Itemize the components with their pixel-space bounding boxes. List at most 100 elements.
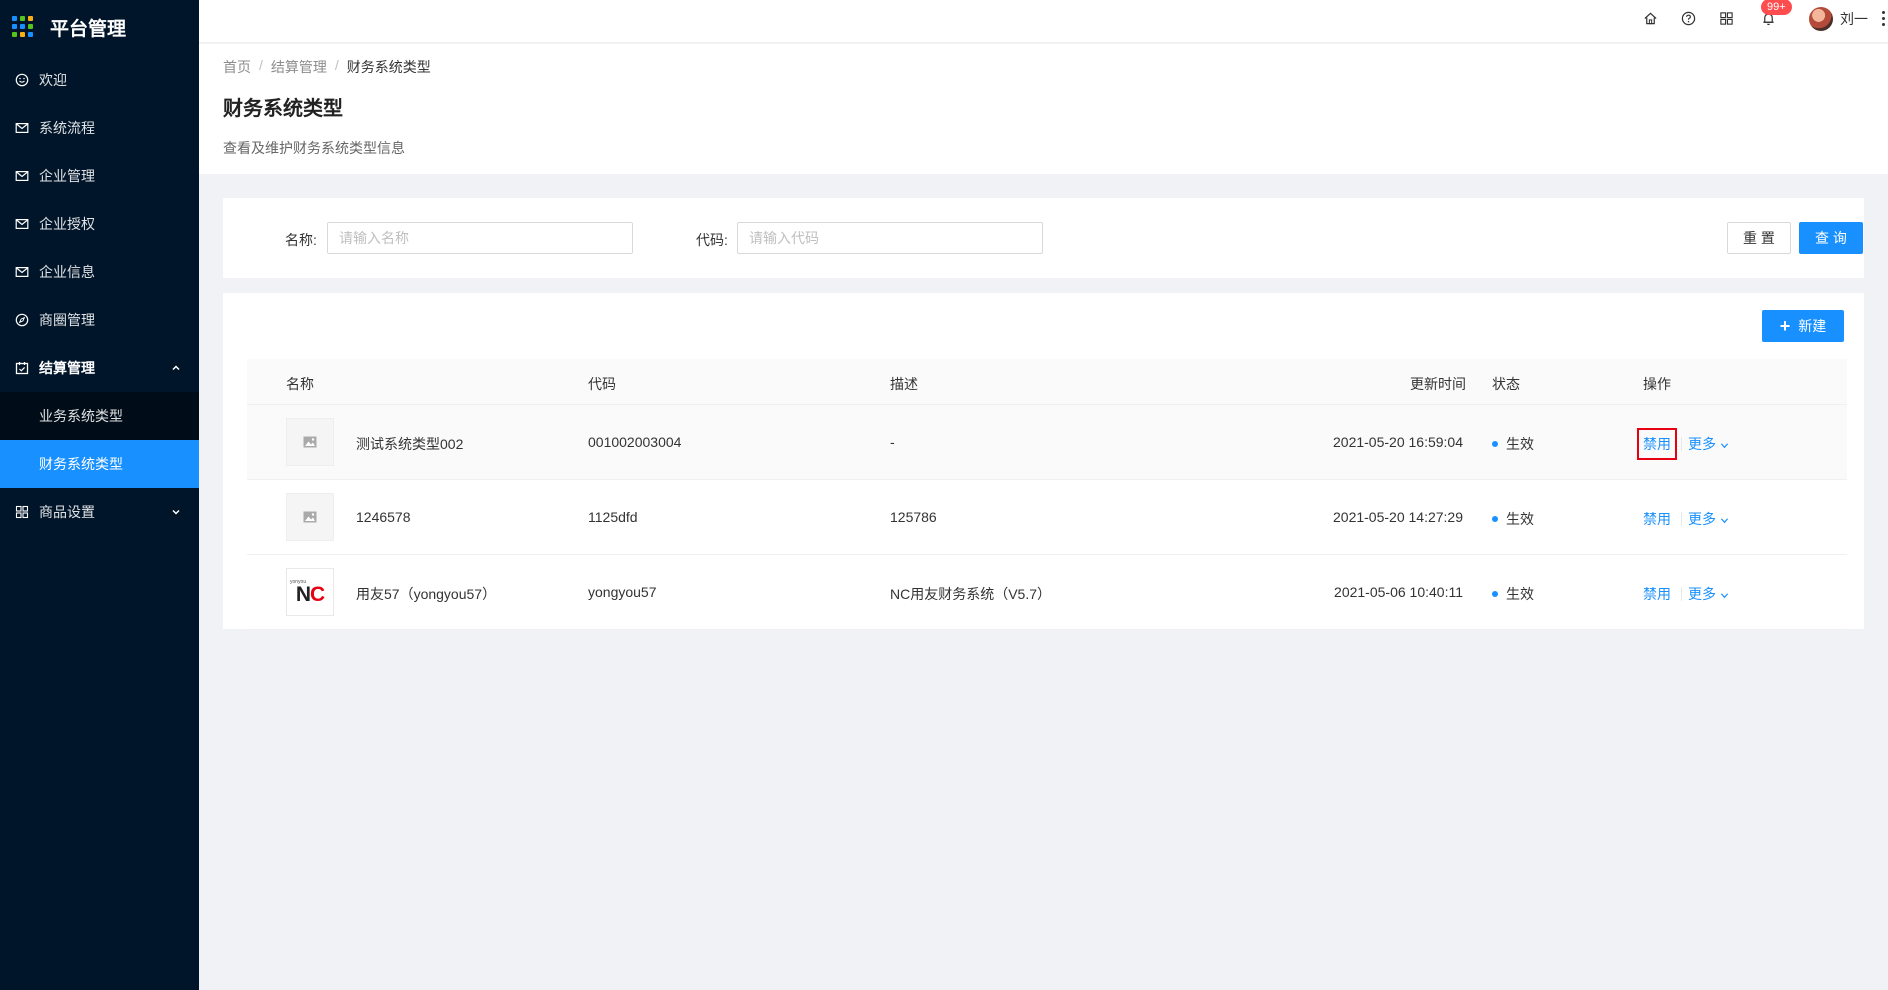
data-table: 名称 代码 描述 更新时间 状态 操作 测试系统类型002 0010020030… [247,359,1847,630]
breadcrumb-separator: / [259,57,263,73]
more-dropdown[interactable]: 更多 [1688,584,1729,604]
action-divider [1681,512,1682,526]
action-divider [1681,437,1682,451]
table-row: 1246578 1125dfd 125786 2021-05-20 14:27:… [247,480,1847,555]
status-dot-icon [1492,516,1498,523]
sidebar-item-label: 企业管理 [39,168,95,184]
column-header-name: 名称 [286,376,314,392]
reset-button[interactable]: 重 置 [1727,222,1791,254]
image-placeholder-icon [286,493,334,541]
sidebar-item-product-settings[interactable]: 商品设置 [0,488,199,536]
cell-status: 生效 [1492,434,1534,454]
chevron-down-icon [1720,593,1729,598]
username[interactable]: 刘一 [1840,9,1868,29]
app-logo[interactable]: 平台管理 [0,0,199,54]
mail-icon [15,217,29,231]
sidebar-item-label: 财务系统类型 [39,456,123,472]
search-form: 名称: 代码: 重 置 查 询 [223,198,1864,278]
sidebar-item-label: 欢迎 [39,72,67,88]
chevron-down-icon [172,509,180,515]
mail-icon [15,169,29,183]
chevron-up-icon [172,365,180,371]
bell-icon[interactable]: 99+ [1760,0,1792,27]
name-search-input[interactable] [327,222,633,254]
code-field-label: 代码: [696,232,728,248]
sidebar-item-welcome[interactable]: 欢迎 [0,56,199,104]
cell-description: NC用友财务系统（V5.7） [890,586,1052,602]
cell-code: 1125dfd [588,509,638,525]
sidebar-menu: 欢迎 系统流程 企业管理 企业授权 企业信息 商圈管理 结算管理 业务系统类型 … [0,56,199,536]
app-title: 平台管理 [50,18,127,40]
more-vertical-icon[interactable] [1882,11,1886,26]
cell-updated-time: 2021-05-06 10:40:11 [1334,584,1463,600]
sidebar-item-settlement[interactable]: 结算管理 [0,344,199,392]
chevron-down-icon [1720,443,1729,448]
page-description: 查看及维护财务系统类型信息 [223,140,405,156]
status-dot-icon [1492,591,1498,598]
sidebar-item-label: 企业信息 [39,264,95,280]
plus-icon: + [1779,316,1791,336]
more-dropdown[interactable]: 更多 [1688,434,1729,454]
smile-icon [15,73,29,87]
sidebar-item-enterprise-authorization[interactable]: 企业授权 [0,200,199,248]
appstore-icon[interactable] [1718,11,1734,27]
chevron-down-icon [1720,518,1729,523]
nc-logo-mark: NC [295,583,325,606]
column-header-status: 状态 [1492,376,1520,392]
status-text: 生效 [1506,511,1534,527]
question-icon[interactable] [1680,11,1696,27]
avatar[interactable] [1809,6,1833,31]
column-header-updated-time: 更新时间 [1410,376,1466,392]
disable-link[interactable]: 禁用 [1637,428,1677,460]
sidebar-item-business-district[interactable]: 商圈管理 [0,296,199,344]
status-text: 生效 [1506,436,1534,452]
sidebar-item-label: 结算管理 [39,360,95,376]
breadcrumb-separator: / [334,57,339,73]
table-row: yonyou NC 用友57（yongyou57） yongyou57 NC用友… [247,555,1847,630]
sidebar-item-label: 企业授权 [39,216,95,232]
image-placeholder-icon [286,418,334,466]
page-header: 首页 / 结算管理 / 财务系统类型 财务系统类型 查看及维护财务系统类型信息 [199,44,1888,174]
cell-updated-time: 2021-05-20 16:59:04 [1333,434,1463,450]
cell-description: 125786 [890,509,937,525]
cell-name: 测试系统类型002 [356,436,464,452]
nc-logo: yonyou NC [286,568,334,616]
breadcrumb-settlement[interactable]: 结算管理 [271,57,327,77]
status-text: 生效 [1506,586,1534,602]
home-icon[interactable] [1642,11,1658,27]
table-header: 名称 代码 描述 更新时间 状态 操作 [247,359,1847,405]
column-header-code: 代码 [588,376,616,392]
breadcrumb-current: 财务系统类型 [346,59,431,75]
cell-code: yongyou57 [588,584,657,600]
disable-link[interactable]: 禁用 [1643,509,1671,529]
disable-link[interactable]: 禁用 [1643,584,1671,604]
code-search-input[interactable] [737,222,1043,254]
action-divider [1681,587,1682,601]
sidebar-item-business-system-type[interactable]: 业务系统类型 [0,392,199,440]
more-dropdown[interactable]: 更多 [1688,509,1729,529]
cell-name: 用友57（yongyou57） [356,586,497,602]
breadcrumb-home[interactable]: 首页 [223,57,251,77]
sidebar-item-system-flow[interactable]: 系统流程 [0,104,199,152]
notification-badge: 99+ [1761,0,1792,15]
more-label: 更多 [1688,436,1716,452]
top-header: 99+ 刘一 [199,0,1888,43]
column-header-description: 描述 [890,376,918,392]
new-button[interactable]: + 新建 [1762,310,1844,342]
page-title: 财务系统类型 [223,98,343,120]
sidebar-item-finance-system-type[interactable]: 财务系统类型 [0,440,199,488]
sidebar: 平台管理 欢迎 系统流程 企业管理 企业授权 企业信息 商圈管理 结算管理 业务… [0,0,199,990]
settlement-submenu: 业务系统类型 财务系统类型 [0,392,199,488]
column-header-actions: 操作 [1643,376,1671,392]
mail-icon [15,265,29,279]
name-field-label: 名称: [285,232,317,248]
header-actions: 99+ 刘一 [1631,0,1888,37]
more-label: 更多 [1688,586,1716,602]
query-button[interactable]: 查 询 [1799,222,1863,254]
cell-updated-time: 2021-05-20 14:27:29 [1333,509,1463,525]
sidebar-item-enterprise-management[interactable]: 企业管理 [0,152,199,200]
sidebar-item-enterprise-info[interactable]: 企业信息 [0,248,199,296]
sidebar-item-label: 业务系统类型 [39,408,123,424]
calendar-icon [15,361,29,375]
cell-name: 1246578 [356,509,411,525]
